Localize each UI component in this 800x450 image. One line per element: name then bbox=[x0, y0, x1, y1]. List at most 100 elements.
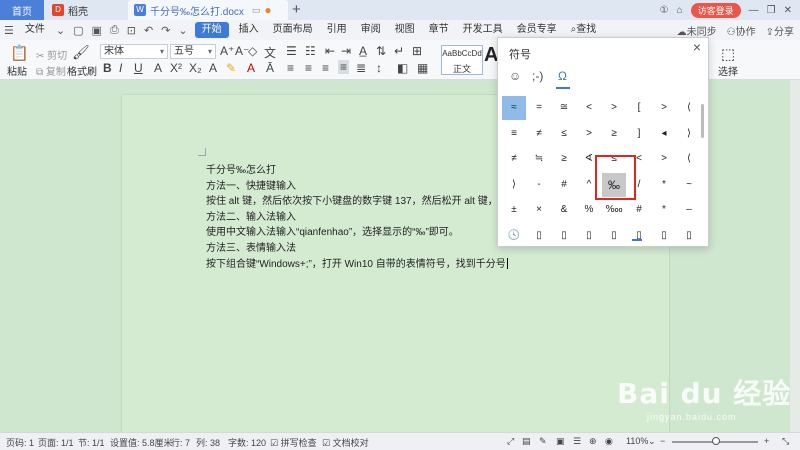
line-spacing-icon[interactable]: ↕ bbox=[376, 61, 382, 75]
close-window-icon[interactable]: ✕ bbox=[784, 5, 792, 16]
numbered-list-icon[interactable]: ☷ bbox=[305, 44, 316, 58]
font-color-icon[interactable]: A bbox=[247, 61, 255, 75]
paste-icon[interactable]: 📋 bbox=[10, 44, 29, 62]
symbol-cell[interactable]: ▯ bbox=[652, 224, 676, 248]
web-view-icon[interactable]: ⊕ bbox=[589, 436, 597, 447]
page-view-icon[interactable]: ▣ bbox=[556, 436, 565, 447]
symbol-cell[interactable]: ± bbox=[502, 198, 526, 222]
symbol-cell[interactable]: ⟩ bbox=[502, 173, 526, 197]
select-button[interactable]: ⬚ 选择 bbox=[708, 45, 748, 78]
paste-button[interactable]: 粘贴 bbox=[7, 63, 27, 78]
format-painter-button[interactable]: 格式刷 bbox=[67, 63, 97, 78]
clear-format-icon[interactable]: ◇ bbox=[248, 44, 257, 58]
zoom-level[interactable]: 110% bbox=[626, 436, 648, 446]
symbol-cell[interactable]: * bbox=[652, 198, 676, 222]
borders-icon[interactable]: ⊞ bbox=[412, 44, 422, 58]
strikethrough-button[interactable]: A bbox=[154, 61, 162, 75]
status-setting[interactable]: 设置值: 5.8厘米 bbox=[110, 436, 173, 449]
symbol-cell[interactable]: ◂ bbox=[652, 122, 676, 146]
symbol-cell[interactable]: 🕓 bbox=[502, 224, 526, 248]
symbol-cell[interactable]: ≠ bbox=[502, 147, 526, 171]
grow-font-icon[interactable]: A⁺ bbox=[220, 44, 234, 58]
bullet-list-icon[interactable]: ☰ bbox=[286, 44, 297, 58]
bold-button[interactable]: B bbox=[103, 61, 112, 75]
symbol-cell[interactable]: ▯ bbox=[577, 224, 601, 248]
text-effect-icon[interactable]: A bbox=[209, 61, 217, 75]
share-button[interactable]: ⇪分享 bbox=[766, 23, 794, 38]
distributed-icon[interactable]: ≣ bbox=[356, 61, 366, 75]
style-normal[interactable]: AaBbCcDd 正文 bbox=[441, 45, 483, 75]
chevron-down-icon[interactable]: ⌄ bbox=[648, 436, 656, 447]
symbol-cell[interactable]: ≈ bbox=[502, 96, 526, 120]
menu-view[interactable]: 视图 bbox=[388, 20, 422, 40]
maximize-icon[interactable]: ❐ bbox=[767, 5, 776, 16]
status-words[interactable]: 字数: 120 bbox=[228, 436, 266, 449]
shading-icon[interactable]: ◧ bbox=[397, 61, 408, 75]
highlight-icon[interactable]: ✎ bbox=[226, 61, 236, 75]
symbol-cell[interactable]: [ bbox=[627, 96, 651, 120]
symbol-cell[interactable]: ≥ bbox=[552, 147, 576, 171]
chevron-down-icon[interactable]: ⌄ bbox=[52, 24, 69, 37]
indent-icon[interactable]: ⇥ bbox=[341, 44, 351, 58]
align-center-icon[interactable]: ≡ bbox=[305, 61, 312, 75]
zoom-in-icon[interactable]: + bbox=[764, 436, 769, 446]
tab-kaomoji[interactable]: ;-) bbox=[532, 69, 543, 83]
chinese-layout-icon[interactable]: A̲ bbox=[359, 44, 367, 58]
menu-file[interactable]: 文件 bbox=[18, 20, 52, 40]
write-mode-icon[interactable]: ✎ bbox=[539, 436, 547, 447]
font-size-select[interactable]: 五号 ▾ bbox=[170, 44, 216, 59]
symbol-cell[interactable]: = bbox=[527, 96, 551, 120]
sync-status[interactable]: ☁未同步 bbox=[677, 23, 717, 38]
copy-button[interactable]: ⧉ 复制 bbox=[36, 63, 66, 78]
fit-page-icon[interactable]: ⤡ bbox=[782, 436, 789, 447]
symbol-cell[interactable]: # bbox=[627, 198, 651, 222]
tab-home[interactable]: 首页 bbox=[0, 0, 44, 20]
symbol-cell[interactable]: > bbox=[652, 96, 676, 120]
menu-section[interactable]: 章节 bbox=[422, 20, 456, 40]
preview-icon[interactable]: ⊡ bbox=[123, 24, 140, 37]
more-icon[interactable]: ⌄ bbox=[174, 24, 191, 37]
pinyin-icon[interactable]: 文 bbox=[264, 44, 276, 61]
symbol-cell[interactable]: ▯ bbox=[677, 224, 701, 248]
symbol-cell[interactable]: ] bbox=[627, 122, 651, 146]
save-icon[interactable]: ▣ bbox=[88, 24, 106, 37]
menu-home[interactable]: 开始 bbox=[194, 22, 229, 38]
tab-restore-icon[interactable]: ▭ bbox=[252, 5, 261, 16]
document-body[interactable]: 千分号‰怎么打 方法一、快捷键输入 按住 alt 键，然后依次按下小键盘的数字键… bbox=[206, 163, 518, 272]
page-count-icon[interactable]: ① bbox=[660, 5, 669, 16]
italic-button[interactable]: I bbox=[119, 61, 122, 75]
zoom-slider-handle[interactable] bbox=[712, 437, 720, 445]
skin-icon[interactable]: ⌂ bbox=[677, 5, 683, 16]
outline-view-icon[interactable]: ☰ bbox=[573, 436, 581, 447]
underline-button[interactable]: U bbox=[134, 61, 143, 75]
superscript-button[interactable]: X² bbox=[170, 61, 182, 75]
menu-review[interactable]: 审阅 bbox=[354, 20, 388, 40]
menu-insert[interactable]: 插入 bbox=[232, 20, 266, 40]
symbol-cell[interactable]: < bbox=[577, 96, 601, 120]
symbol-cell[interactable]: ~ bbox=[677, 173, 701, 197]
redo-icon[interactable]: ↷ bbox=[157, 24, 174, 37]
symbol-cell[interactable]: & bbox=[552, 198, 576, 222]
symbol-cell[interactable]: ≡ bbox=[502, 122, 526, 146]
collab-button[interactable]: ⚇协作 bbox=[727, 23, 756, 38]
align-left-icon[interactable]: ≡ bbox=[287, 61, 294, 75]
symbol-cell[interactable]: ▯ bbox=[527, 224, 551, 248]
open-icon[interactable]: ▢ bbox=[69, 24, 87, 37]
symbol-cell[interactable]: ≅ bbox=[552, 96, 576, 120]
vertical-scrollbar[interactable] bbox=[790, 80, 800, 432]
tab-symbols[interactable]: Ω bbox=[558, 69, 567, 83]
outdent-icon[interactable]: ⇤ bbox=[325, 44, 335, 58]
font-name-select[interactable]: 宋体 ▾ bbox=[100, 44, 168, 59]
symbol-cell[interactable]: ‱ bbox=[602, 198, 626, 222]
symbol-cell[interactable]: ≤ bbox=[552, 122, 576, 146]
symbol-cell[interactable]: ≠ bbox=[527, 122, 551, 146]
undo-icon[interactable]: ↶ bbox=[140, 24, 157, 37]
symbol-cell[interactable]: * bbox=[652, 173, 676, 197]
symbol-cell[interactable]: ≒ bbox=[527, 147, 551, 171]
symbol-scrollbar[interactable] bbox=[701, 104, 704, 138]
symbol-cell[interactable]: × bbox=[527, 198, 551, 222]
eye-protect-icon[interactable]: ◉ bbox=[605, 436, 613, 447]
guest-login-button[interactable]: 访客登录 bbox=[690, 2, 741, 18]
fullscreen-icon[interactable]: ⤢ bbox=[507, 436, 514, 447]
show-marks-icon[interactable]: ↵ bbox=[394, 44, 404, 58]
